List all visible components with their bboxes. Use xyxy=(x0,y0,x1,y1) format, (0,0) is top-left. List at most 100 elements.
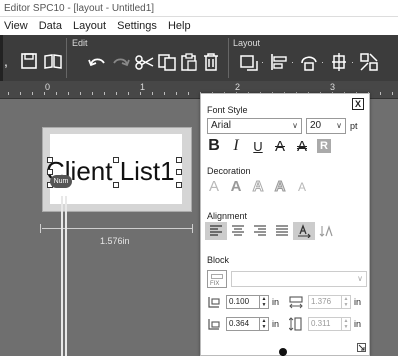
dropdown-dot-icon[interactable]: · xyxy=(321,57,324,67)
distribute-icon[interactable] xyxy=(328,51,350,73)
undo-icon[interactable] xyxy=(86,51,108,73)
chevron-down-icon: ∨ xyxy=(292,121,298,130)
overflow-chevron-icon[interactable]: , xyxy=(4,53,8,69)
bold-button[interactable]: B xyxy=(203,137,225,155)
font-size-unit: pt xyxy=(350,121,358,131)
dimension-tick xyxy=(192,224,193,233)
ruler-tick xyxy=(80,92,81,95)
width-icon xyxy=(289,296,303,309)
callout-line xyxy=(61,196,63,356)
align-center-button[interactable] xyxy=(227,222,249,240)
font-name-value: Arial xyxy=(211,120,232,131)
menu-view[interactable]: View xyxy=(0,17,32,35)
window-title-bar: Editor SPC10 - [layout - Untitled1] xyxy=(0,0,398,17)
rotate-icon[interactable] xyxy=(298,51,320,73)
ruler-mark-3: 3 xyxy=(330,82,336,92)
underline-button[interactable]: U xyxy=(247,139,269,154)
layout-group-label: Layout xyxy=(233,38,261,48)
chevron-down-icon: ∨ xyxy=(336,121,342,130)
font-size-select[interactable]: 20 ∨ xyxy=(306,118,346,134)
dropdown-dot-icon[interactable]: · xyxy=(351,57,354,67)
selection-handle[interactable] xyxy=(176,157,182,163)
fix-icon[interactable]: FIX xyxy=(207,270,227,288)
align-right-button[interactable] xyxy=(249,222,271,240)
height-input[interactable]: 0.311 xyxy=(308,317,342,331)
decoration-heading: Decoration xyxy=(207,166,251,176)
double-strikethrough-button[interactable]: A xyxy=(291,138,313,155)
position-x-icon xyxy=(208,297,220,308)
menu-help[interactable]: Help xyxy=(164,17,195,35)
position-x-unit: in xyxy=(272,297,280,307)
copy-icon[interactable] xyxy=(156,51,178,73)
delete-icon[interactable] xyxy=(200,51,222,73)
ribbon-edge xyxy=(0,35,3,81)
width-input[interactable]: 1.376 xyxy=(308,295,342,309)
ruler-tick xyxy=(68,92,69,95)
save-icon[interactable] xyxy=(18,50,40,72)
block-heading: Block xyxy=(207,255,230,265)
fit-width-button[interactable] xyxy=(293,222,315,240)
decoration-outline-button[interactable]: A xyxy=(247,178,269,196)
cut-icon[interactable] xyxy=(134,51,156,73)
selection-handle[interactable] xyxy=(113,157,119,163)
ruler-tick xyxy=(380,92,381,95)
position-y-input[interactable]: 0.364 xyxy=(226,317,260,331)
ruler-tick xyxy=(140,92,141,95)
align-left-icon[interactable] xyxy=(268,51,290,73)
ruler-tick xyxy=(164,92,165,95)
menu-data[interactable]: Data xyxy=(35,17,66,35)
strikethrough-button[interactable]: A xyxy=(269,138,291,155)
italic-button[interactable]: I xyxy=(225,137,247,155)
block-preset-select[interactable]: ∨ xyxy=(231,271,367,287)
align-justify-button[interactable] xyxy=(271,222,293,240)
decoration-small-button[interactable]: A xyxy=(291,180,313,194)
dropdown-dot-icon[interactable]: · xyxy=(261,57,264,67)
position-y-icon xyxy=(208,319,220,330)
position-x-spinner[interactable]: ▲ ▼ xyxy=(260,295,269,309)
selection-handle[interactable] xyxy=(47,157,53,163)
selection-handle[interactable] xyxy=(176,182,182,188)
height-icon xyxy=(289,317,302,331)
width-unit: in xyxy=(354,297,362,307)
open-book-icon[interactable] xyxy=(42,50,64,72)
paste-icon[interactable] xyxy=(178,51,200,73)
numbering-badge[interactable]: Num xyxy=(50,175,72,188)
panel-resize-icon[interactable] xyxy=(357,343,366,352)
vertical-align-button[interactable] xyxy=(315,222,337,240)
size-icon[interactable] xyxy=(238,51,260,73)
decoration-shadow-button[interactable]: A xyxy=(269,178,291,196)
ruler-tick xyxy=(104,92,105,95)
menu-layout[interactable]: Layout xyxy=(69,17,110,35)
close-panel-icon[interactable]: X xyxy=(352,98,364,110)
ruler-tick xyxy=(32,92,33,95)
ruler-tick xyxy=(44,92,45,95)
ruler-tick xyxy=(116,92,117,95)
window-title: Editor SPC10 - [layout - Untitled1] xyxy=(4,3,155,14)
selection-handle[interactable] xyxy=(176,169,182,175)
alignment-heading: Alignment xyxy=(207,211,248,221)
ruler-tick xyxy=(56,92,57,95)
ruler-mark-0: 0 xyxy=(45,82,51,92)
selection-handle[interactable] xyxy=(113,182,119,188)
reverse-button[interactable]: R xyxy=(313,139,335,153)
edit-group-label: Edit xyxy=(72,38,88,48)
group-icon[interactable] xyxy=(358,51,380,73)
reverse-label: R xyxy=(317,139,331,153)
decoration-none-button[interactable]: A xyxy=(203,178,225,195)
selection-handle[interactable] xyxy=(47,169,53,175)
ruler-mark-1: 1 xyxy=(140,82,146,92)
align-left-button[interactable] xyxy=(205,222,227,240)
width-dimension-text: 1.576in xyxy=(100,236,130,246)
position-x-input[interactable]: 0.100 xyxy=(226,295,260,309)
ruler-tick xyxy=(188,92,189,95)
height-spinner[interactable]: ▲ ▼ xyxy=(342,317,351,331)
position-y-spinner[interactable]: ▲ ▼ xyxy=(260,317,269,331)
width-spinner[interactable]: ▲ ▼ xyxy=(342,295,351,309)
decoration-bold-outline-button[interactable]: A xyxy=(225,178,247,195)
menu-settings[interactable]: Settings xyxy=(113,17,161,35)
font-name-select[interactable]: Arial ∨ xyxy=(207,118,302,134)
menu-bar: View Data Layout Settings Help xyxy=(0,17,398,35)
dropdown-dot-icon[interactable]: · xyxy=(291,57,294,67)
ruler-tick xyxy=(176,92,177,95)
redo-icon[interactable] xyxy=(110,51,132,73)
